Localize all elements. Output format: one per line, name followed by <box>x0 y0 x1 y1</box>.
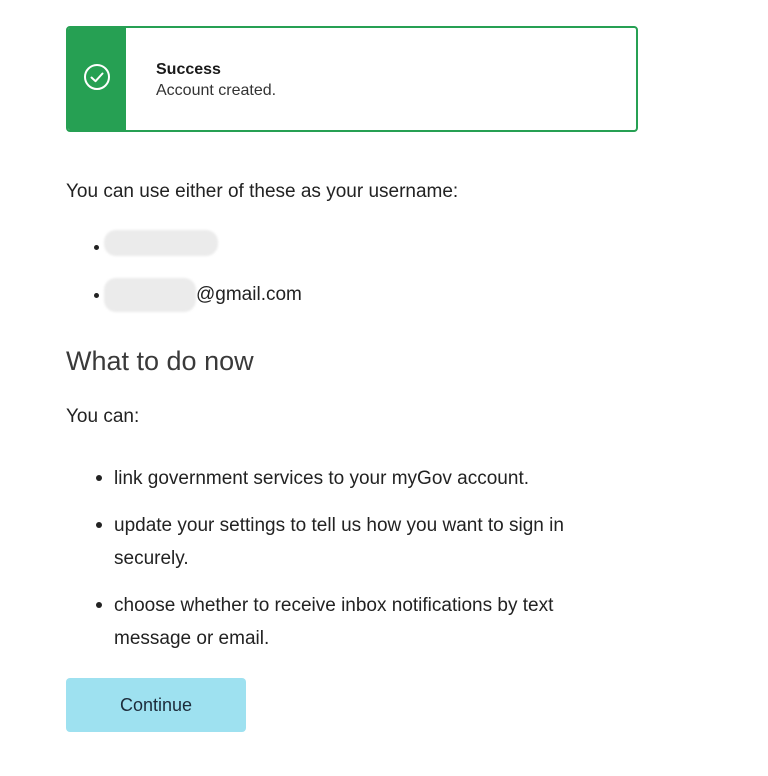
username-item: @gmail.com <box>92 278 302 312</box>
alert-body: Success Account created. <box>126 28 276 130</box>
success-alert: Success Account created. <box>66 26 638 132</box>
next-steps-list: link government services to your myGov a… <box>92 462 612 669</box>
username-item <box>92 230 302 256</box>
redacted-email-prefix <box>104 278 196 312</box>
alert-title: Success <box>156 61 221 78</box>
alert-stripe <box>68 28 126 130</box>
list-item: link government services to your myGov a… <box>92 462 612 495</box>
username-list: @gmail.com <box>92 230 302 326</box>
what-to-do-heading: What to do now <box>66 346 254 376</box>
username-intro: You can use either of these as your user… <box>66 181 459 202</box>
check-circle-icon <box>83 63 111 96</box>
list-item: choose whether to receive inbox notifica… <box>92 589 612 655</box>
you-can-text: You can: <box>66 406 140 427</box>
username-suffix: @gmail.com <box>196 284 302 306</box>
list-item: update your settings to tell us how you … <box>92 509 612 575</box>
redacted-username <box>104 230 218 256</box>
continue-button[interactable]: Continue <box>66 678 246 732</box>
alert-message: Account created. <box>156 82 277 99</box>
